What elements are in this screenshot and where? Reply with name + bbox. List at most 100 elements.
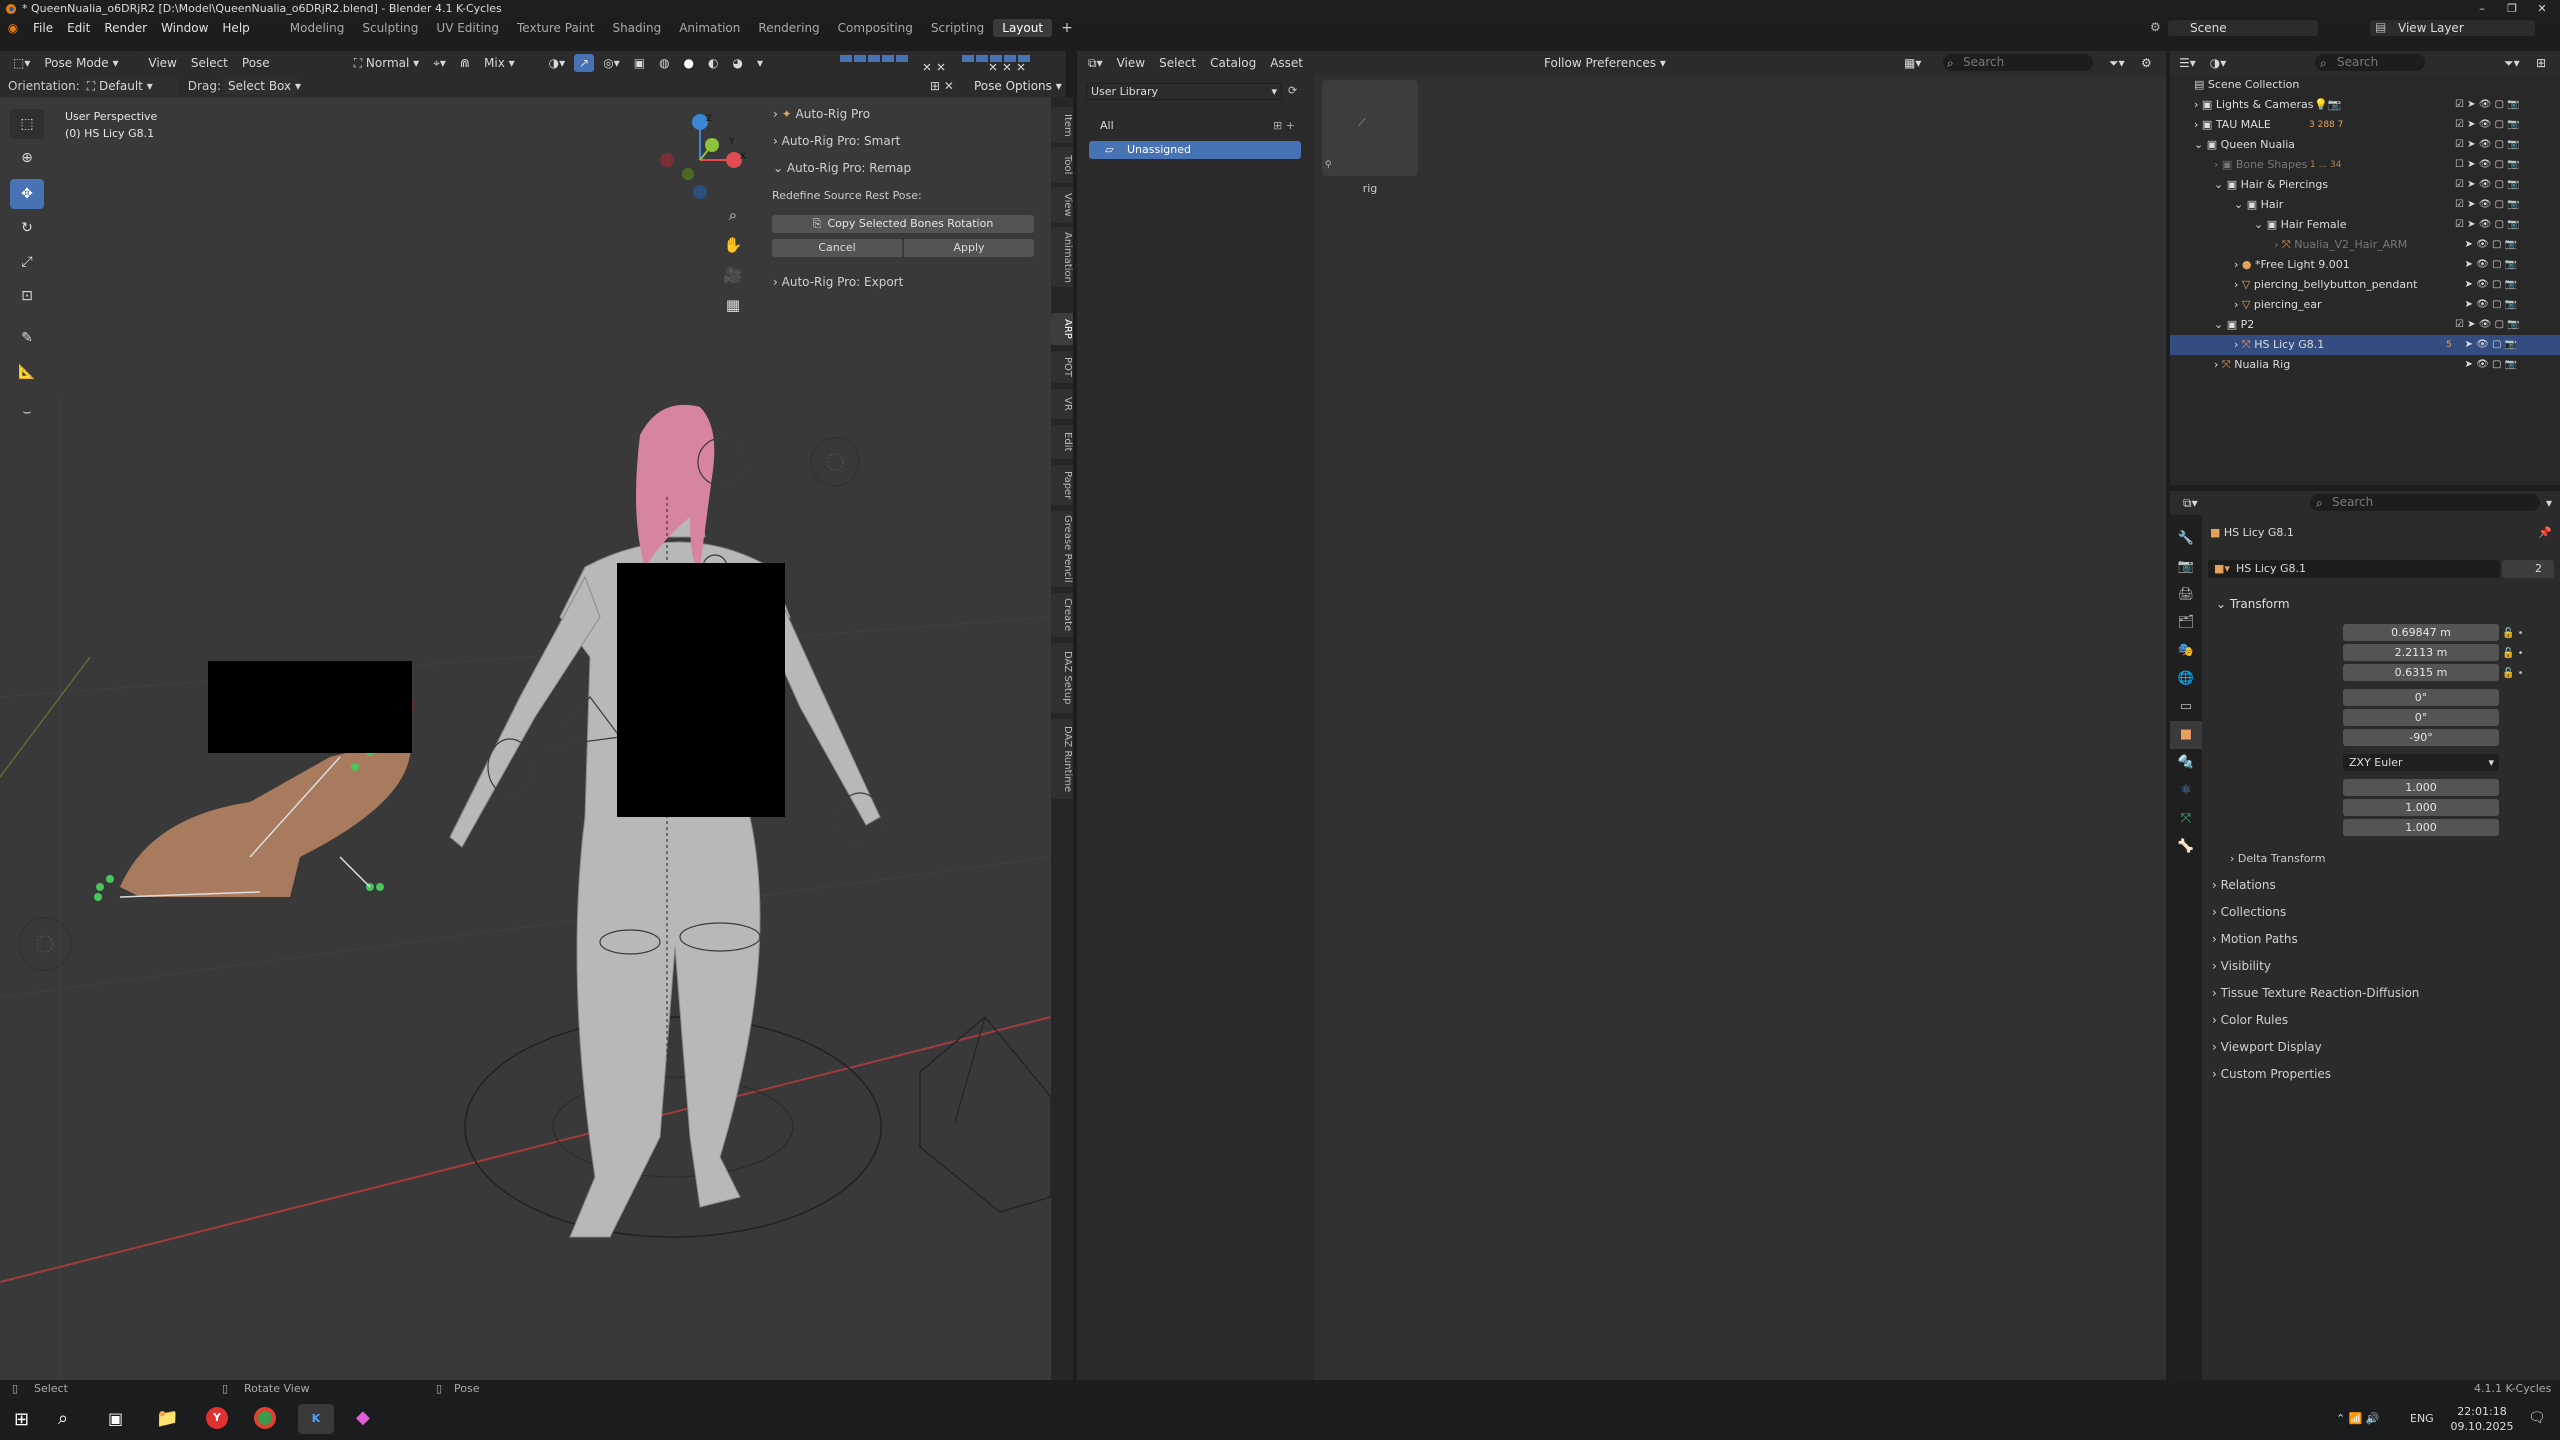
object-tab-icon[interactable]: ■ xyxy=(2170,721,2202,749)
tab-uv-editing[interactable]: UV Editing xyxy=(427,19,508,37)
tab-shading[interactable]: Shading xyxy=(603,19,670,37)
section-remap[interactable]: ⌄ Auto-Rig Pro: Remap xyxy=(773,161,911,175)
new-catalog-icon[interactable]: ⊞ + xyxy=(1273,116,1295,136)
language-indicator[interactable]: ENG xyxy=(2410,1412,2434,1425)
scale-tool-icon[interactable]: ⤢ xyxy=(10,247,44,277)
toggle-row[interactable]: ➤ 👁 ▢ 📷 xyxy=(2455,335,2555,355)
notifications-icon[interactable]: 🗨 xyxy=(2528,1410,2546,1426)
tool-tab-icon[interactable]: 🔧 xyxy=(2170,525,2202,553)
tab-rendering[interactable]: Rendering xyxy=(749,19,828,37)
properties-editor-icon[interactable]: ⧉▾ xyxy=(2178,494,2203,512)
scale-y-field[interactable]: 1.000 xyxy=(2343,799,2499,816)
outliner-editor-icon[interactable]: ☰▾ xyxy=(2174,54,2201,72)
tray-icons[interactable]: ⌃ 📶 🔊 xyxy=(2336,1412,2380,1425)
transform-panel-header[interactable]: ⌄ Transform xyxy=(2216,597,2290,611)
kcycles-blender-icon[interactable]: K xyxy=(298,1404,334,1434)
display-mode-icon[interactable]: ▦▾ xyxy=(1904,56,1921,70)
toggle-row[interactable]: ➤ 👁 ▢ 📷 xyxy=(2455,235,2555,255)
camera-view-icon[interactable]: 🎥 xyxy=(722,260,744,290)
tab-modeling[interactable]: Modeling xyxy=(281,19,354,37)
subpanel-relations[interactable]: › Relations xyxy=(2212,878,2276,892)
menu-file[interactable]: File xyxy=(26,21,60,35)
menu-pose[interactable]: Pose xyxy=(237,54,275,72)
toggle-row[interactable]: ➤ 👁 ▢ 📷 xyxy=(2455,295,2555,315)
section-smart[interactable]: › Auto-Rig Pro: Smart xyxy=(773,134,900,148)
tab-scripting[interactable]: Scripting xyxy=(922,19,993,37)
rotate-tool-icon[interactable]: ↻ xyxy=(10,213,44,243)
cancel-button[interactable]: Cancel xyxy=(772,239,902,257)
toggle-row[interactable]: ☑ ➤ 👁 ▢ 📷 xyxy=(2455,115,2555,135)
navigation-gizmo[interactable] xyxy=(655,110,745,200)
pose-options-dropdown[interactable]: Pose Options ▾ xyxy=(974,79,1062,93)
asset-library-dropdown[interactable]: User Library ▾ xyxy=(1086,83,1282,100)
lock-icon[interactable]: 🔓 • xyxy=(2502,664,2552,684)
view-layer-selector[interactable]: View Layer xyxy=(2370,20,2535,36)
tab-animation-side[interactable]: Animation xyxy=(1051,227,1073,287)
move-tool-icon[interactable]: ✥ xyxy=(10,179,44,209)
subpanel-viewport-display[interactable]: › Viewport Display xyxy=(2212,1040,2322,1054)
new-collection-icon[interactable]: ⊞ xyxy=(2536,56,2546,70)
object-name-field[interactable]: ■▾ HS Licy G8.1 xyxy=(2208,560,2500,578)
toggle-row[interactable]: ☑ ➤ 👁 ▢ 📷 xyxy=(2455,215,2555,235)
subpanel-visibility[interactable]: › Visibility xyxy=(2212,959,2271,973)
scale-z-field[interactable]: 1.000 xyxy=(2343,819,2499,836)
subpanel-collections[interactable]: › Collections xyxy=(2212,905,2286,919)
rotation-mode-dropdown[interactable]: ZXY Euler ▾ xyxy=(2343,754,2499,771)
bone-tab-icon[interactable]: 🦴 xyxy=(2170,833,2202,861)
search-icon[interactable]: ⌕ xyxy=(58,1408,68,1429)
tab-grease-pencil[interactable]: Grease Pencil xyxy=(1051,511,1073,587)
start-button-icon[interactable]: ⊞ xyxy=(14,1409,29,1430)
shading-solid-icon[interactable]: ● xyxy=(679,54,699,72)
pivot-icon[interactable]: ⌖▾ xyxy=(428,54,451,72)
transform-orientation-dropdown[interactable]: ⛶ Normal ▾ xyxy=(348,54,425,72)
toggle-row[interactable]: ➤ 👁 ▢ 📷 xyxy=(2455,255,2555,275)
menu-select[interactable]: Select xyxy=(186,54,233,72)
drag-dropdown[interactable]: Select Box ▾ xyxy=(222,77,301,95)
toggle-row[interactable]: ☐ ➤ 👁 ▢ 📷 xyxy=(2455,155,2555,175)
catalog-unassigned[interactable]: ▱ Unassigned xyxy=(1089,141,1301,159)
add-workspace-icon[interactable]: + xyxy=(1052,19,1082,37)
subpanel-motion-paths[interactable]: › Motion Paths xyxy=(2212,932,2298,946)
output-tab-icon[interactable]: 🖨 xyxy=(2170,581,2202,609)
tab-compositing[interactable]: Compositing xyxy=(829,19,922,37)
properties-options-icon[interactable]: ▾ xyxy=(2546,496,2552,510)
tab-sculpting[interactable]: Sculpting xyxy=(353,19,427,37)
lock-icon[interactable]: 🔓 • xyxy=(2502,624,2552,644)
scale-x-field[interactable]: 1.000 xyxy=(2343,779,2499,796)
tab-texture-paint[interactable]: Texture Paint xyxy=(508,19,603,37)
subpanel-custom-properties[interactable]: › Custom Properties xyxy=(2212,1067,2331,1081)
file-explorer-icon[interactable]: 📁 xyxy=(156,1408,178,1429)
xray-icon[interactable]: ▣ xyxy=(629,54,650,72)
refresh-library-icon[interactable]: ⟳ xyxy=(1288,84,1297,97)
outliner-row-scene-collection[interactable]: ▤ Scene Collection xyxy=(2174,75,2554,95)
pin-icon[interactable]: ⊞ ✕ xyxy=(930,79,954,93)
asset-menu-asset[interactable]: Asset xyxy=(1265,54,1308,72)
object-data-tab-icon[interactable]: ⤧ xyxy=(2170,805,2202,833)
tab-edit[interactable]: Edit xyxy=(1051,425,1073,459)
tab-create[interactable]: Create xyxy=(1051,593,1073,637)
viewport-3d[interactable]: User Perspective (0) HS Licy G8.1 ⬚ ⊕ ✥ … xyxy=(0,97,1051,1380)
modifier-tab-icon[interactable]: 🔩 xyxy=(2170,749,2202,777)
location-y-field[interactable]: 2.2113 m xyxy=(2343,644,2499,661)
asset-menu-catalog[interactable]: Catalog xyxy=(1205,54,1261,72)
render-tab-icon[interactable]: 📷 xyxy=(2170,553,2202,581)
visibility-icon[interactable]: ◑▾ xyxy=(544,54,571,72)
maximize-button[interactable]: ❐ xyxy=(2497,0,2527,17)
yandex-browser-icon[interactable]: Y xyxy=(206,1407,228,1429)
shading-material-icon[interactable]: ◐ xyxy=(703,54,723,72)
gizmo-toggle-icon[interactable]: ↗ xyxy=(574,54,595,72)
pin-properties-icon[interactable]: 📌 xyxy=(2538,526,2552,539)
subpanel-color-rules[interactable]: › Color Rules xyxy=(2212,1013,2288,1027)
tab-tool[interactable]: Tool xyxy=(1051,147,1073,183)
proportional-dropdown[interactable]: Mix ▾ xyxy=(479,54,520,72)
filter-icon[interactable]: ⏷▾ xyxy=(2109,56,2125,71)
asset-menu-view[interactable]: View xyxy=(1112,54,1150,72)
outliner-filter-icon[interactable]: ⏷▾ xyxy=(2504,56,2520,71)
display-mode-outliner-icon[interactable]: ◑▾ xyxy=(2205,54,2232,72)
toggle-row[interactable]: ☑ ➤ 👁 ▢ 📷 xyxy=(2455,195,2555,215)
toggle-row[interactable]: ☑ ➤ 👁 ▢ 📷 xyxy=(2455,315,2555,335)
tab-layout[interactable]: Layout xyxy=(993,19,1053,37)
select-box-tool-icon[interactable]: ⬚ xyxy=(10,109,44,139)
asset-editor-type-icon[interactable]: ⧉▾ xyxy=(1083,54,1108,72)
menu-window[interactable]: Window xyxy=(154,21,215,35)
